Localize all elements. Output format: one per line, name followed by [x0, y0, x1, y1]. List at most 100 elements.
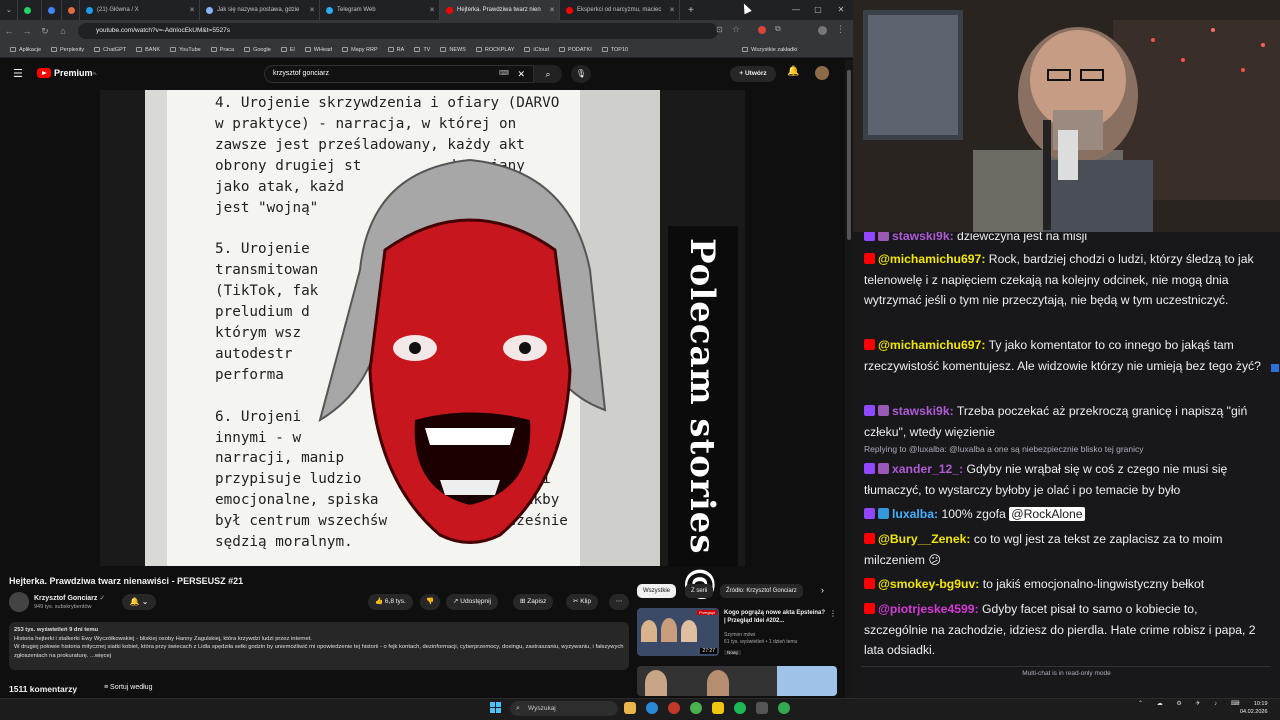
more-actions-button[interactable]: ⋯	[609, 594, 629, 610]
sort-button[interactable]: ≡ Sortuj według	[104, 684, 152, 691]
system-tray[interactable]: ⌃ ☁ ⚙ ✈ ♪ ⌨	[1138, 700, 1245, 707]
tab-telegram[interactable]: Telegram Web ✕	[320, 0, 440, 20]
tab-youtube-2[interactable]: Eksperkci od narcyzmu, maciec ✕	[560, 0, 680, 20]
back-arrow-icon[interactable]: ←	[0, 26, 18, 36]
bookmark-youtube[interactable]: YouTube	[170, 47, 201, 53]
search-button[interactable]: ⌕	[534, 65, 562, 83]
spotify-icon[interactable]	[734, 702, 746, 714]
bookmark-mapy[interactable]: Mapy RRP	[342, 47, 378, 53]
close-icon[interactable]: ✕	[669, 6, 675, 14]
opera-icon[interactable]	[668, 702, 680, 714]
recommended-thumbnail-2[interactable]	[637, 666, 837, 696]
chrome-icon[interactable]	[690, 702, 702, 714]
clip-button[interactable]: ✂ Klip	[566, 594, 599, 610]
pinned-tab-app[interactable]	[62, 0, 80, 20]
bookmark-perplexity[interactable]: Perplexity	[51, 47, 84, 53]
chat-username[interactable]: @michamichu697:	[878, 338, 985, 352]
chat-username[interactable]: luxalba:	[892, 507, 938, 521]
search-input[interactable]: krzysztof gonciarz ⌨ ✕	[264, 65, 534, 83]
extensions-puzzle-icon[interactable]: ⧉	[775, 24, 781, 34]
profile-avatar-icon[interactable]	[818, 26, 827, 35]
chat-username[interactable]: stawski9k:	[892, 404, 954, 418]
channel-name[interactable]: Krzysztof Gonciarz ✓	[34, 594, 105, 602]
like-button[interactable]: 👍 6,8 tys.	[368, 594, 413, 610]
chat-username[interactable]: stawski9k:	[892, 232, 954, 243]
bookmark-star-icon[interactable]: ☆	[732, 24, 740, 35]
dislike-button[interactable]: 👎	[420, 594, 440, 610]
all-bookmarks[interactable]: Wszystkie zakładki	[742, 47, 797, 53]
chat-mention[interactable]: @RockAlone	[1009, 507, 1085, 521]
share-button[interactable]: ↗ Udostępnij	[446, 594, 498, 610]
chat-username[interactable]: @michamichu697:	[878, 252, 985, 266]
bookmark-podatki[interactable]: PODATKI	[558, 47, 592, 53]
download-icon[interactable]	[756, 702, 768, 714]
recommended-more-icon[interactable]: ⋮	[829, 609, 837, 618]
kebab-menu-icon[interactable]: ⋮	[836, 24, 845, 35]
clock[interactable]: 10:19 04.02.2026	[1240, 700, 1268, 716]
maximize-icon[interactable]: ▢	[807, 0, 829, 20]
chat-username[interactable]: @smokey-bg9uv:	[878, 577, 979, 591]
bookmark-icloud[interactable]: iCloud	[524, 47, 549, 53]
hamburger-menu-icon[interactable]: ☰	[13, 67, 23, 80]
account-avatar[interactable]	[815, 66, 829, 80]
bookmark-tv[interactable]: TV	[414, 47, 430, 53]
bookmark-google[interactable]: Google	[244, 47, 271, 53]
close-icon[interactable]: ✕	[309, 6, 315, 14]
bookmark-rockplay[interactable]: ROCKPLAY	[475, 47, 514, 53]
clear-search-icon[interactable]: ✕	[517, 66, 525, 82]
bookmark-top10[interactable]: TOP10	[601, 47, 628, 53]
close-icon[interactable]: ✕	[549, 6, 555, 14]
chat-scroll-marker[interactable]	[1271, 364, 1279, 372]
pinned-tab-translate[interactable]	[42, 0, 62, 20]
recommended-title[interactable]: Kogo pogrążą nowe akta Epsteina? | Przeg…	[724, 609, 828, 625]
close-window-icon[interactable]: ✕	[830, 0, 852, 20]
tab-google-search[interactable]: Jak się nazywa postawa, gdzie ✕	[200, 0, 320, 20]
channel-avatar[interactable]	[9, 592, 29, 612]
bell-icon[interactable]: 🔔	[787, 66, 799, 77]
notes-icon[interactable]	[712, 702, 724, 714]
bookmark-news[interactable]: NEWS	[440, 47, 466, 53]
close-icon[interactable]: ✕	[189, 6, 195, 14]
extension-icon[interactable]	[758, 26, 766, 34]
chip-series[interactable]: Z serii	[685, 584, 714, 598]
bookmark-el[interactable]: El	[280, 47, 295, 53]
bookmark-ra[interactable]: RA	[387, 47, 404, 53]
edge-icon[interactable]	[646, 702, 658, 714]
taskbar-search-input[interactable]: ⌕ Wyszukaj	[510, 701, 618, 716]
bookmark-bank[interactable]: BANK	[136, 47, 160, 53]
bookmark-chatgpt[interactable]: ChatGPT	[94, 47, 126, 53]
new-tab-button[interactable]: +	[688, 5, 694, 16]
subscription-bell-button[interactable]: 🔔 ⌄	[122, 594, 156, 610]
chat-username[interactable]: xander_12_:	[892, 462, 963, 476]
scrollbar-thumb[interactable]	[847, 70, 851, 240]
chevron-right-icon[interactable]: ›	[821, 585, 824, 595]
chip-all[interactable]: Wszystkie	[637, 584, 676, 598]
youtube-logo[interactable]: Premium PL	[37, 68, 97, 78]
recommended-thumbnail[interactable]: Przegląd 27:27	[637, 608, 719, 656]
home-icon[interactable]: ⌂	[54, 26, 72, 36]
bookmark-whead[interactable]: WHead	[304, 47, 332, 53]
create-button[interactable]: + Utwórz	[730, 66, 776, 82]
keyboard-icon[interactable]: ⌨	[499, 66, 509, 82]
bookmark-praca[interactable]: Praca	[210, 47, 234, 53]
url-input[interactable]: youtube.com/watch?v=-AdnlocEkUM&t=5527s	[78, 23, 718, 39]
chat-username[interactable]: @Bury__Zenek:	[878, 532, 971, 546]
chat-username[interactable]: @piotrjeske4599:	[878, 602, 979, 616]
bookmark-apps[interactable]: Aplikacje	[10, 47, 41, 53]
chip-source[interactable]: Źródło: Krzysztof Gonciarz	[720, 584, 803, 598]
minimize-icon[interactable]: —	[785, 0, 807, 20]
tab-x-home[interactable]: (21) Główna / X ✕	[80, 0, 200, 20]
pinned-tab-whatsapp[interactable]	[18, 0, 42, 20]
save-button[interactable]: ⊞ Zapisz	[513, 594, 554, 610]
windows-start-icon[interactable]	[490, 702, 501, 713]
tab-youtube-active[interactable]: Hejterka. Prawdziwa twarz nien ✕	[440, 0, 560, 20]
tab-search-icon[interactable]: ⌄	[0, 0, 18, 20]
forward-arrow-icon[interactable]: →	[18, 26, 36, 36]
mic-icon[interactable]: 🎙	[571, 65, 591, 83]
file-explorer-icon[interactable]	[624, 702, 636, 714]
close-icon[interactable]: ✕	[429, 6, 435, 14]
chrome-alt-icon[interactable]	[778, 702, 790, 714]
install-icon[interactable]: ⊡	[716, 25, 723, 34]
description-box[interactable]: 253 tys. wyświetleń 9 dni temu Historia …	[9, 622, 629, 670]
reload-icon[interactable]: ↻	[36, 26, 54, 37]
